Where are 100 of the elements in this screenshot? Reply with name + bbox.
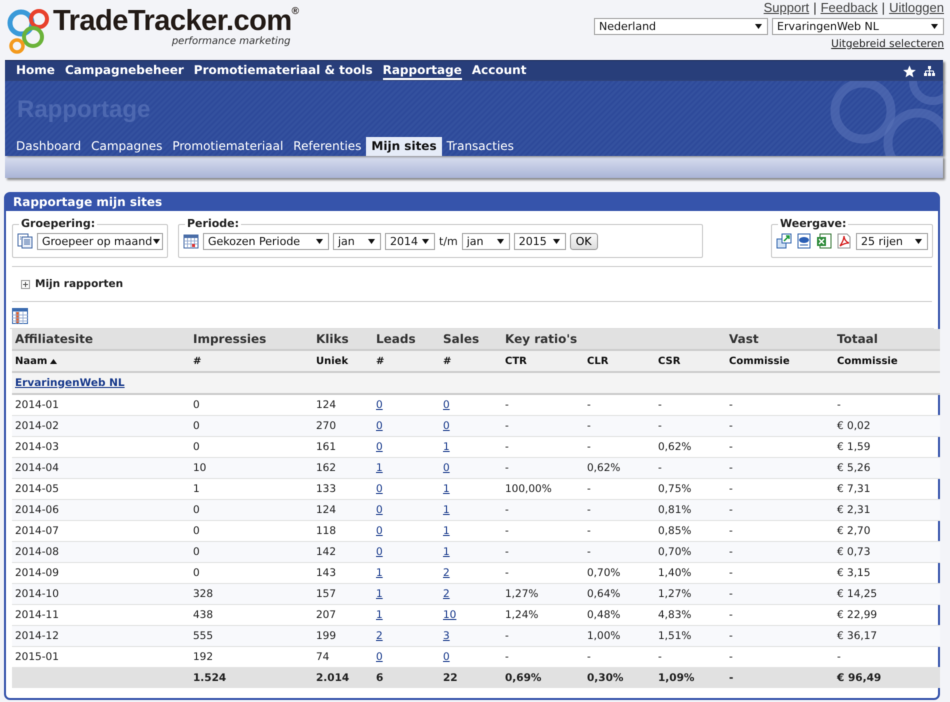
- site-link[interactable]: ErvaringenWeb NL: [15, 376, 125, 388]
- total-cell: 2.014: [313, 668, 373, 688]
- table-cell: -: [726, 500, 834, 520]
- expand-icon[interactable]: [21, 280, 30, 288]
- sub-tab[interactable]: Transacties: [442, 137, 519, 156]
- count-link[interactable]: 0: [376, 650, 383, 662]
- count-link[interactable]: 0: [376, 440, 383, 452]
- count-link[interactable]: 1: [376, 588, 383, 600]
- logo-icon: [5, 6, 51, 54]
- nav-item[interactable]: Campagnebeheer: [64, 62, 184, 80]
- total-cell: 6: [373, 668, 440, 688]
- count-link[interactable]: 1: [443, 524, 450, 536]
- table-cell: 328: [190, 584, 313, 604]
- range-separator: t/m: [439, 234, 458, 248]
- table-cell: € 36,17: [834, 626, 940, 646]
- nav-item[interactable]: Home: [16, 62, 55, 80]
- table-cell: 1,27%: [502, 584, 584, 604]
- fieldset-legend: Groepering:: [19, 217, 98, 230]
- sub-tab[interactable]: Mijn sites: [366, 137, 442, 156]
- table-cell: 0,70%: [655, 542, 726, 562]
- nav-item[interactable]: Account: [472, 62, 526, 80]
- count-link[interactable]: 0: [376, 482, 383, 494]
- count-link[interactable]: 2: [443, 566, 450, 578]
- top-link[interactable]: Support: [764, 0, 810, 15]
- spreadsheet-icon[interactable]: [816, 233, 832, 249]
- table-cell: € 2,31: [834, 500, 940, 520]
- count-link[interactable]: 0: [376, 504, 383, 516]
- total-cell: -: [726, 668, 834, 688]
- count-link[interactable]: 2: [376, 630, 383, 642]
- table-cell: 1,51%: [655, 626, 726, 646]
- count-link[interactable]: 0: [376, 546, 383, 558]
- table-cell: 555: [190, 626, 313, 646]
- top-link[interactable]: Feedback: [820, 0, 878, 15]
- total-cell: € 96,49: [834, 668, 940, 688]
- count-link[interactable]: 1: [443, 546, 450, 558]
- pdf-icon[interactable]: [836, 233, 852, 249]
- ok-button[interactable]: OK: [570, 232, 598, 250]
- count-link[interactable]: 1: [443, 440, 450, 452]
- column-header[interactable]: Naam: [15, 354, 48, 368]
- dropdown[interactable]: ErvaringenWeb NL: [772, 18, 944, 35]
- table-cell: -: [726, 542, 834, 562]
- count-link[interactable]: 1: [443, 482, 450, 494]
- count-link[interactable]: 0: [443, 398, 450, 410]
- count-link[interactable]: 0: [443, 462, 450, 474]
- count-link[interactable]: 1: [376, 462, 383, 474]
- count-link[interactable]: 0: [376, 524, 383, 536]
- column-group-header: Impressies: [190, 329, 313, 350]
- table-cell: 199: [313, 626, 373, 646]
- top-link[interactable]: Uitloggen: [889, 0, 944, 15]
- reports-toggle[interactable]: Mijn rapporten: [35, 278, 124, 290]
- table-cell: -: [502, 458, 584, 478]
- sub-tab[interactable]: Campagnes: [86, 137, 168, 156]
- table-icon[interactable]: [12, 308, 28, 324]
- logo-text: TradeTracker.com$^{®}$: [53, 6, 299, 36]
- table-cell: -: [584, 416, 655, 436]
- dropdown[interactable]: Groepeer op maand: [37, 232, 163, 250]
- table-cell: € 14,25: [834, 584, 940, 604]
- table-cell: -: [502, 500, 584, 520]
- count-link[interactable]: 3: [443, 630, 450, 642]
- calendar-icon: [183, 233, 199, 249]
- count-link[interactable]: 10: [443, 608, 456, 620]
- export-icon[interactable]: [776, 233, 792, 249]
- dropdown[interactable]: Nederland: [594, 18, 768, 35]
- star-icon[interactable]: [903, 64, 916, 78]
- dropdown[interactable]: 2014: [385, 232, 435, 250]
- total-cell: 0,30%: [584, 668, 655, 688]
- advanced-select-link[interactable]: Uitgebreid selecteren: [831, 38, 944, 50]
- sub-tab[interactable]: Referenties: [288, 137, 366, 156]
- table-cell: 0: [190, 500, 313, 520]
- dropdown[interactable]: jan: [462, 232, 510, 250]
- table-cell: 2014-06: [12, 500, 190, 520]
- dropdown[interactable]: jan: [333, 232, 381, 250]
- table-cell: -: [584, 500, 655, 520]
- sitemap-icon[interactable]: [924, 66, 935, 76]
- panel-title: Rapportage mijn sites: [6, 194, 938, 211]
- column-header: CTR: [502, 350, 584, 372]
- dropdown[interactable]: 25 rijen: [856, 232, 928, 250]
- sub-tab[interactable]: Dashboard: [11, 137, 86, 156]
- count-link[interactable]: 1: [443, 504, 450, 516]
- dropdown[interactable]: Gekozen Periode: [203, 232, 329, 250]
- count-link[interactable]: 0: [443, 420, 450, 432]
- count-link[interactable]: 0: [376, 420, 383, 432]
- sub-tab[interactable]: Promotiemateriaal: [167, 137, 288, 156]
- table-cell: 2014-10: [12, 584, 190, 604]
- table-cell: -: [726, 458, 834, 478]
- table-cell: 157: [313, 584, 373, 604]
- table-cell: 2014-04: [12, 458, 190, 478]
- caret-icon: [152, 236, 162, 246]
- dropdown[interactable]: 2015: [514, 232, 566, 250]
- nav-item[interactable]: Promotiemateriaal & tools: [194, 62, 373, 80]
- count-link[interactable]: 1: [376, 566, 383, 578]
- count-link[interactable]: 0: [376, 398, 383, 410]
- table-cell: 2014-08: [12, 542, 190, 562]
- column-header: #: [190, 350, 313, 372]
- count-link[interactable]: 1: [376, 608, 383, 620]
- count-link[interactable]: 0: [443, 650, 450, 662]
- fieldset-legend: Periode:: [185, 217, 242, 230]
- column-group-header: Sales: [440, 329, 502, 350]
- count-link[interactable]: 2: [443, 588, 450, 600]
- caret-icon: [367, 236, 376, 246]
